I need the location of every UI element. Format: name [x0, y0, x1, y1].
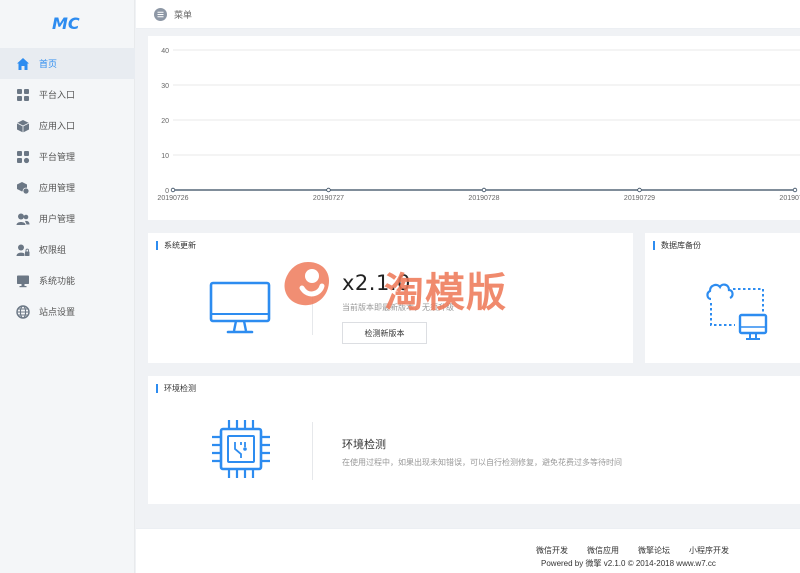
x-tick-label: 20190726 [157, 195, 188, 202]
divider [312, 291, 313, 335]
y-tick-label: 40 [161, 48, 169, 55]
sidebar-item-site-settings[interactable]: 站点设置 [0, 296, 135, 327]
version-number: x2.1.0 [342, 271, 411, 295]
data-point [792, 187, 798, 193]
version-note: 当前版本即最新版本，无须升级 [342, 303, 454, 312]
chip-icon [212, 420, 270, 478]
sidebar-item-label: 系统功能 [39, 276, 76, 286]
cloud-backup-icon[interactable] [705, 279, 769, 343]
lock-user-icon [16, 243, 30, 257]
footer: 微信开发 微信应用 微擎论坛 小程序开发 Powered by 微擎 v2.1.… [136, 528, 800, 573]
sidebar-item-label: 应用入口 [39, 121, 76, 131]
footer-links: 微信开发 微信应用 微擎论坛 小程序开发 [536, 545, 729, 556]
x-tick-label: 20190729 [624, 195, 655, 202]
card-title: 数据库备份 [653, 241, 701, 250]
sidebar-nav: 首页 平台入口 应用入口 平台管理 应用管理 用户管理 权限组 系统功能 站点设… [0, 48, 135, 327]
sidebar: MC 首页 平台入口 应用入口 平台管理 应用管理 用户管理 权限组 系统功能 … [0, 0, 135, 573]
footer-link-wechat-dev[interactable]: 微信开发 [536, 545, 568, 556]
monitor-icon [209, 281, 271, 334]
data-point [170, 187, 176, 193]
database-backup-card: 数据库备份 [645, 233, 800, 363]
sidebar-item-app-manage[interactable]: 应用管理 [0, 172, 135, 203]
sidebar-item-label: 平台管理 [39, 152, 76, 162]
footer-copyright: Powered by 微擎 v2.1.0 © 2014-2018 www.w7.… [541, 559, 716, 568]
data-point [637, 187, 642, 193]
users-icon [16, 212, 30, 226]
logo[interactable]: MC [50, 12, 84, 34]
sidebar-item-label: 平台入口 [39, 90, 76, 100]
sidebar-item-user-manage[interactable]: 用户管理 [0, 203, 135, 234]
x-tick-label: 20190728 [468, 195, 499, 202]
sidebar-item-permission-group[interactable]: 权限组 [0, 234, 135, 265]
home-icon [16, 57, 30, 71]
cube-icon [16, 119, 30, 133]
sidebar-item-platform-manage[interactable]: 平台管理 [0, 141, 135, 172]
menu-icon[interactable] [154, 7, 167, 21]
divider [312, 422, 313, 480]
env-check-description: 在使用过程中，如果出现未知错误，可以自行检测修复，避免花费过多等待时间 [342, 458, 622, 467]
check-update-button[interactable]: 检测新版本 [342, 322, 427, 344]
card-title: 系统更新 [156, 241, 196, 250]
y-tick-label: 30 [161, 83, 169, 90]
sidebar-item-label: 站点设置 [39, 307, 76, 317]
x-tick-label: 20190727 [313, 195, 344, 202]
svg-text:MC: MC [52, 14, 80, 33]
env-check-heading[interactable]: 环境检测 [342, 436, 386, 452]
footer-link-miniprogram-dev[interactable]: 小程序开发 [689, 545, 729, 556]
footer-link-wechat-apps[interactable]: 微信应用 [587, 545, 619, 556]
cube-gear-icon [16, 181, 30, 195]
menu-label[interactable]: 菜单 [174, 8, 192, 21]
y-tick-label: 0 [165, 188, 169, 195]
chart-panel: 0 10 20 30 40 20190726 20190727 20190728 2019072… [148, 36, 800, 220]
environment-check-card: 环境检测 环境检测 在使用过程中，如果出现未知错误，可以自行检测修复，避免花费过… [148, 376, 800, 504]
x-tick-label: 20190730 [779, 195, 800, 202]
line-chart: 0 10 20 30 40 20190726 20190727 20190728 2019072… [157, 48, 800, 202]
sidebar-item-label: 用户管理 [39, 214, 76, 224]
card-title: 环境检测 [156, 384, 196, 393]
data-point [326, 187, 331, 193]
top-bar: 菜单 [136, 0, 800, 29]
y-tick-label: 20 [161, 118, 169, 125]
data-point [481, 187, 487, 193]
sidebar-item-home[interactable]: 首页 [0, 48, 135, 79]
sidebar-item-label: 应用管理 [39, 183, 76, 193]
footer-link-forum[interactable]: 微擎论坛 [638, 545, 670, 556]
grid-manage-icon [16, 150, 30, 164]
globe-icon [16, 304, 30, 319]
sidebar-item-label: 权限组 [39, 245, 67, 255]
y-tick-label: 10 [161, 153, 169, 160]
sidebar-item-system-functions[interactable]: 系统功能 [0, 265, 135, 296]
sidebar-item-platform-entry[interactable]: 平台入口 [0, 79, 135, 110]
grid-icon [16, 88, 30, 102]
sidebar-item-label: 首页 [39, 59, 58, 69]
sidebar-item-app-entry[interactable]: 应用入口 [0, 110, 135, 141]
monitor-icon [16, 274, 30, 288]
system-update-card: 系统更新 x2.1.0 当前版本即最新版本，无须升级 检测新版本 [148, 233, 633, 363]
